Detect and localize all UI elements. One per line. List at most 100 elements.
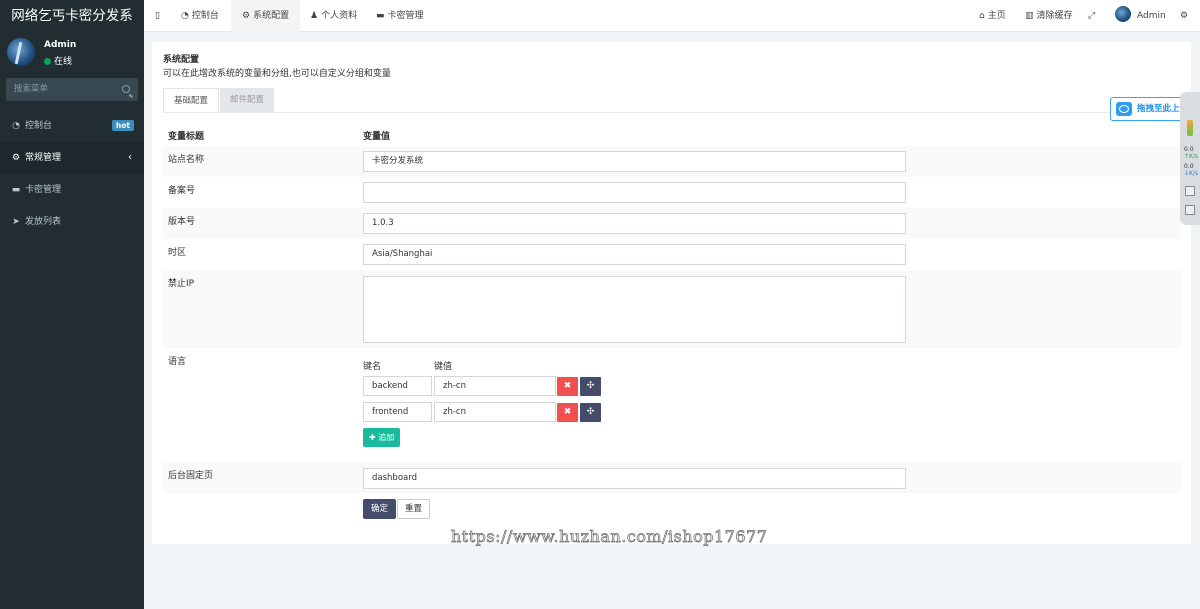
- field-label: 后台固定页: [168, 471, 214, 481]
- tab-divider: [163, 112, 1181, 113]
- forbidden-ip-textarea[interactable]: [363, 276, 906, 343]
- lang-key-input[interactable]: backend: [363, 376, 432, 396]
- sidebar-item-label: 卡密管理: [25, 185, 62, 195]
- lang-value-input[interactable]: zh-cn: [434, 402, 556, 422]
- card-icon: ▬: [11, 185, 21, 195]
- home-icon: ⌂: [979, 11, 985, 21]
- upload-speed-value: 0.0: [1184, 146, 1194, 153]
- download-speed-value: 0.0: [1184, 163, 1194, 170]
- delete-row-button[interactable]: ✖: [557, 403, 578, 422]
- sidebar-item-cards[interactable]: ▬ 卡密管理: [0, 174, 144, 206]
- column-header-value: 变量值: [363, 132, 391, 142]
- trash-icon: ▥: [1025, 11, 1034, 21]
- dashboard-icon: ◔: [181, 11, 189, 21]
- submit-button[interactable]: 确定: [363, 499, 397, 519]
- online-dot-icon: [44, 58, 51, 65]
- tab-mail-config[interactable]: 邮件配置: [220, 88, 275, 112]
- fullscreen-icon: ⤢: [1088, 11, 1096, 21]
- tab-profile[interactable]: ♟ 个人资料: [299, 0, 368, 32]
- upload-speed-unit: ↑K/s: [1184, 153, 1199, 160]
- key-value-header: 键值: [434, 362, 453, 372]
- tab-card-manage[interactable]: ▬ 卡密管理: [365, 0, 435, 32]
- table-row: 语言 键名 键值 backend zh-cn ✖ ✣ frontend zh-c…: [163, 348, 1181, 462]
- drag-handle-icon[interactable]: ✣: [580, 377, 601, 396]
- memory-bar: [1187, 120, 1193, 136]
- dashboard-icon: ◔: [12, 121, 20, 131]
- sidebar-item-general[interactable]: ⚙ 常规管理 ‹: [0, 142, 144, 174]
- avatar: [7, 38, 35, 66]
- append-label: 追加: [378, 433, 395, 442]
- table-row: 后台固定页 dashboard: [163, 462, 1181, 493]
- avatar: [1115, 6, 1131, 22]
- card-icon: ▬: [376, 11, 385, 21]
- reset-button[interactable]: 重置: [397, 499, 431, 519]
- search-icon[interactable]: [122, 85, 130, 93]
- admin-label: Admin: [1137, 11, 1166, 21]
- site-name-field[interactable]: 卡密分发系统: [363, 151, 906, 172]
- search-input[interactable]: 搜索菜单: [6, 78, 138, 101]
- user-icon: ♟: [310, 11, 319, 21]
- beian-field[interactable]: [363, 182, 906, 203]
- field-label: 站点名称: [168, 155, 205, 165]
- field-label: 备案号: [168, 186, 196, 196]
- user-status-label: 在线: [54, 57, 73, 67]
- sidebar-item-dashboard[interactable]: ◔ 控制台 hot: [0, 110, 144, 142]
- version-field[interactable]: 1.0.3: [363, 213, 906, 234]
- download-speed-unit: ↓K/s: [1184, 170, 1199, 177]
- search-placeholder: 搜索菜单: [14, 84, 49, 94]
- sidebar-item-label: 常规管理: [25, 153, 62, 163]
- user-status: 在线: [44, 54, 72, 67]
- user-panel: Admin 在线: [0, 32, 144, 74]
- config-panel: 系统配置 可以在此增改系统的变量和分组,也可以自定义分组和变量 基础配置 邮件配…: [152, 42, 1191, 544]
- home-label: 主页: [987, 11, 1006, 21]
- watermark-text: https://www.huzhan.com/ishop17677: [451, 527, 768, 547]
- settings-button[interactable]: ⚙: [1180, 0, 1188, 32]
- tab-system-config[interactable]: ⚙ 系统配置: [231, 0, 301, 32]
- timezone-field[interactable]: Asia/Shanghai: [363, 244, 906, 265]
- admin-menu[interactable]: Admin: [1115, 0, 1166, 32]
- tab-label: 个人资料: [321, 11, 358, 21]
- translate-icon[interactable]: [1185, 205, 1195, 215]
- cogs-icon: ⚙: [11, 153, 21, 163]
- sidebar-item-label: 控制台: [25, 121, 53, 131]
- page-description: 可以在此增改系统的变量和分组,也可以自定义分组和变量: [163, 69, 391, 79]
- fullscreen-button[interactable]: ⤢: [1088, 0, 1095, 32]
- lang-key-input[interactable]: frontend: [363, 402, 432, 422]
- drag-handle-icon[interactable]: ✣: [580, 403, 601, 422]
- key-name-header: 键名: [363, 362, 382, 372]
- sidebar: 网络乞丐卡密分发系 Admin 在线 搜索菜单 ◔ 控制台 hot ⚙ 常规管理 ‹…: [0, 0, 144, 609]
- tab-label: 控制台: [191, 11, 219, 21]
- sidebar-item-label: 发放列表: [25, 217, 62, 227]
- sidebar-item-issue-list[interactable]: ➤ 发放列表: [0, 206, 144, 238]
- tab-basic-config[interactable]: 基础配置: [163, 88, 220, 112]
- table-row: 禁止IP: [163, 270, 1181, 348]
- clear-cache-button[interactable]: ▥ 清除缓存: [1025, 0, 1073, 32]
- toggle-icon: ▯: [155, 11, 160, 21]
- field-label: 禁止IP: [168, 279, 195, 289]
- speed-monitor-widget[interactable]: 0.0 ↑K/s 0.0 ↓K/s: [1180, 92, 1200, 225]
- drag-upload-button[interactable]: 拖拽至此上传: [1110, 97, 1191, 121]
- delete-row-button[interactable]: ✖: [557, 377, 578, 396]
- app-title[interactable]: 网络乞丐卡密分发系: [0, 0, 144, 32]
- sidebar-toggle-button[interactable]: ▯: [155, 0, 160, 32]
- tab-dashboard[interactable]: ◔ 控制台: [170, 0, 230, 32]
- lang-value-input[interactable]: zh-cn: [434, 376, 556, 396]
- table-header: 变量标题 变量值: [163, 122, 1181, 146]
- cloud-upload-icon: [1116, 102, 1132, 116]
- home-link[interactable]: ⌂ 主页: [979, 0, 1006, 32]
- table-row: 版本号 1.0.3: [163, 208, 1181, 239]
- screenshot-icon[interactable]: [1185, 186, 1195, 196]
- clear-cache-label: 清除缓存: [1036, 11, 1073, 21]
- field-label: 语言: [168, 357, 187, 367]
- hot-badge: hot: [111, 120, 134, 131]
- chevron-left-icon: ‹: [128, 152, 132, 163]
- table-row: 站点名称 卡密分发系统: [163, 146, 1181, 177]
- column-header-name: 变量标题: [168, 132, 205, 142]
- fixed-page-field[interactable]: dashboard: [363, 468, 906, 489]
- user-name: Admin: [44, 40, 77, 50]
- gear-icon: ⚙: [242, 11, 251, 21]
- append-button[interactable]: ✚ 追加: [363, 428, 401, 447]
- tab-label: 系统配置: [253, 11, 290, 21]
- send-icon: ➤: [12, 217, 20, 227]
- upload-speed-unit-value: K/s: [1189, 153, 1199, 160]
